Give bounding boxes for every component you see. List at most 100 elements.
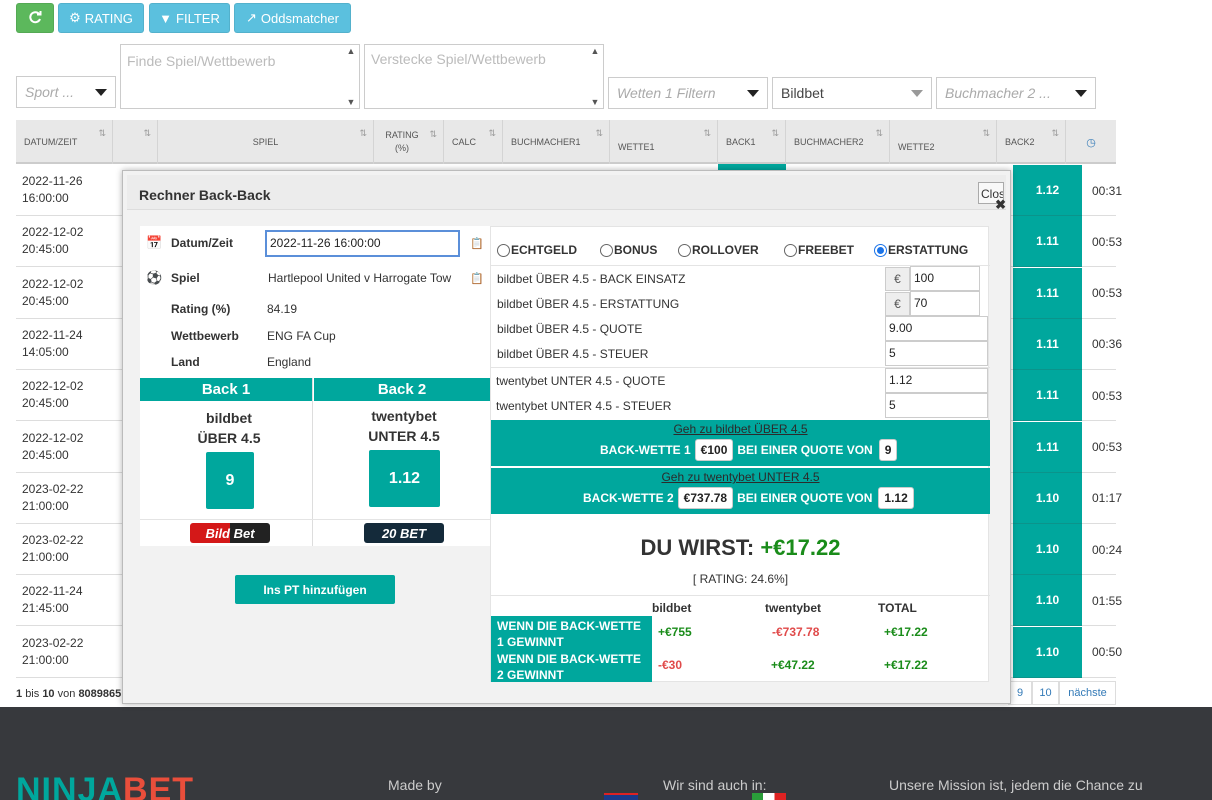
mode-bonus-radio[interactable]: BONUS [600,243,657,257]
uk-flag-icon[interactable] [604,793,638,800]
bookmaker2-select[interactable]: Buchmacher 2 ... [936,77,1096,109]
mode-echtgeld-radio[interactable]: ECHTGELD [497,243,577,257]
close-icon[interactable]: ✖ [995,197,1006,213]
scrollbar[interactable]: ▲ ▼ [344,46,358,107]
modal-header: Rechner Back-Back Close ✖ [127,175,1006,213]
caret-down-icon [1075,90,1087,97]
add-to-pt-button[interactable]: Ins PT hinzufügen [235,575,395,604]
col-bookmaker2[interactable]: BUCHMACHER2 ⇅ [786,120,890,164]
row-datetime: 2023-02-22 21:00:00 [22,533,84,565]
sort-icon: ⇅ [143,128,151,138]
divider [140,519,490,520]
copy-icon[interactable]: 📋 [470,272,484,285]
row-back2-odds[interactable]: 1.10 [1013,575,1082,627]
page-10-button[interactable]: 10 [1032,681,1059,705]
odds1-input[interactable]: 9.00 [885,316,988,341]
result-rating: [ RATING: 24.6%] [692,572,789,586]
col-calc[interactable]: CALC ⇅ [444,120,503,164]
bets-filter-select[interactable]: Wetten 1 Filtern [608,77,768,109]
row-back2-odds[interactable]: 1.10 [1013,524,1082,576]
find-match-input[interactable]: Finde Spiel/Wettbewerb ▲ ▼ [120,44,360,109]
col-match[interactable]: SPIEL ⇅ [158,120,374,164]
row-back2-odds[interactable]: 1.11 [1013,318,1082,370]
sort-icon: ⇅ [875,128,883,138]
col-bet2[interactable]: WETTE2 ⇅ [890,120,997,164]
caret-down-icon [911,90,923,97]
sort-icon: ⇅ [98,128,106,138]
page-9-button[interactable]: 9 [1008,681,1032,705]
goto-twentybet-link[interactable]: Geh zu twentybet UNTER 4.5 [491,470,990,484]
sort-icon: ⇅ [488,128,496,138]
funnel-icon: ▼ [159,10,173,26]
back-back-calculator-modal: Rechner Back-Back Close ✖ 📅 Datum/Zeit 2… [122,170,1011,704]
bookmaker1-select[interactable]: Bildbet [772,77,932,109]
col-bookmaker1[interactable]: BUCHMACHER1 ⇅ [503,120,610,164]
row-back2-odds[interactable]: 1.12 [1013,165,1082,216]
made-by-text: Made by [388,777,442,793]
sort-icon: ⇅ [359,128,367,138]
bildbet-logo[interactable]: Bild Bet [190,523,270,543]
italy-flag-icon[interactable] [752,793,786,800]
also-in-text: Wir sind auch in: [663,777,767,793]
back1-odds[interactable]: 9 [206,452,254,509]
sport-select[interactable]: Sport ... [16,76,116,108]
row-back2-odds[interactable]: 1.11 [1013,267,1082,319]
copy-icon[interactable]: 📋 [470,237,484,250]
col-age[interactable]: ◷ [1066,120,1116,164]
rating-button[interactable]: ⚙ RATING [58,3,144,33]
back-bet-1-odds: 9 [878,439,898,461]
row-back2-odds[interactable]: 1.10 [1013,472,1082,524]
col-blank[interactable]: ⇅ [113,120,158,164]
col-back1[interactable]: BACK1 ⇅ [718,120,786,164]
row-back2-odds[interactable]: 1.10 [1013,626,1082,678]
mode-freebet-radio[interactable]: FREEBET [784,243,854,257]
refresh-button[interactable] [16,3,54,33]
datetime-row: 📅 Datum/Zeit 2022-11-26 16:00:00 📋 [140,226,490,262]
row-age: 01:55 [1091,593,1123,608]
odds2-row: twentybet UNTER 4.5 - QUOTE 1.12 [496,368,988,393]
row-datetime: 2022-12-02 20:45:00 [22,276,84,308]
row-back2-odds[interactable]: 1.11 [1013,370,1082,422]
sort-icon: ⇅ [771,128,779,138]
ninjabet-logo[interactable]: NINJABET [16,771,194,800]
caret-down-icon [95,89,107,96]
divider [312,378,313,546]
filter-button[interactable]: ▼ FILTER [149,3,230,33]
stake-input[interactable]: 100 [910,266,980,291]
calendar-icon: 📅 [146,235,163,250]
back2-odds[interactable]: 1.12 [369,450,440,507]
mission-text: Unsere Mission ist, jedem die Chance zu [889,777,1143,793]
row-datetime: 2022-12-02 20:45:00 [22,430,84,462]
country-row: Land England [171,355,312,369]
goto-bildbet-link[interactable]: Geh zu bildbet ÜBER 4.5 [491,422,990,436]
row-back2-odds[interactable]: 1.11 [1013,421,1082,473]
summary-row2-label: WENN DIE BACK-WETTE 2 GEWINNT [491,649,652,682]
refund-input[interactable]: 70 [910,291,980,316]
row-age: 00:53 [1091,286,1123,301]
scrollbar[interactable]: ▲ ▼ [588,46,602,107]
oddsmatcher-button[interactable]: ↗ Oddsmatcher [234,3,351,33]
col-bet1[interactable]: WETTE1 ⇅ [610,120,718,164]
sort-icon: ⇅ [429,129,437,139]
pagination-info: 1 bis 10 von 8089865 [16,688,122,700]
mode-rollover-radio[interactable]: ROLLOVER [678,243,759,257]
col-rating[interactable]: RATING (%) ⇅ [374,120,444,164]
rating-row: Rating (%) 84.19 [171,302,298,316]
row-back2-odds[interactable]: 1.11 [1013,216,1082,268]
row-datetime: 2022-12-02 20:45:00 [22,225,84,257]
tax1-input[interactable]: 5 [885,341,988,366]
profit-result: DU WIRST: +€17.22 [640,535,841,560]
col-back2[interactable]: BACK2 ⇅ [997,120,1066,164]
hide-match-input[interactable]: Verstecke Spiel/Wettbewerb ▲ ▼ [364,44,604,109]
stake-row: bildbet ÜBER 4.5 - BACK EINSATZ € 100 [497,266,987,291]
twentybet-logo[interactable]: 20 BET [364,523,444,543]
col-datetime[interactable]: DATUM/ZEIT ⇅ [16,120,113,164]
datetime-input[interactable]: 2022-11-26 16:00:00 [265,230,460,257]
row-age: 00:50 [1091,645,1123,660]
tax2-input[interactable]: 5 [885,393,988,418]
next-page-button[interactable]: nächste [1059,681,1116,705]
odds2-input[interactable]: 1.12 [885,368,988,393]
mode-erstattung-radio[interactable]: ERSTATTUNG [874,243,968,257]
event-info-panel: 📅 Datum/Zeit 2022-11-26 16:00:00 📋 ⚽ Spi… [140,226,490,546]
back-bet-2-stake: €737.78 [677,487,734,509]
